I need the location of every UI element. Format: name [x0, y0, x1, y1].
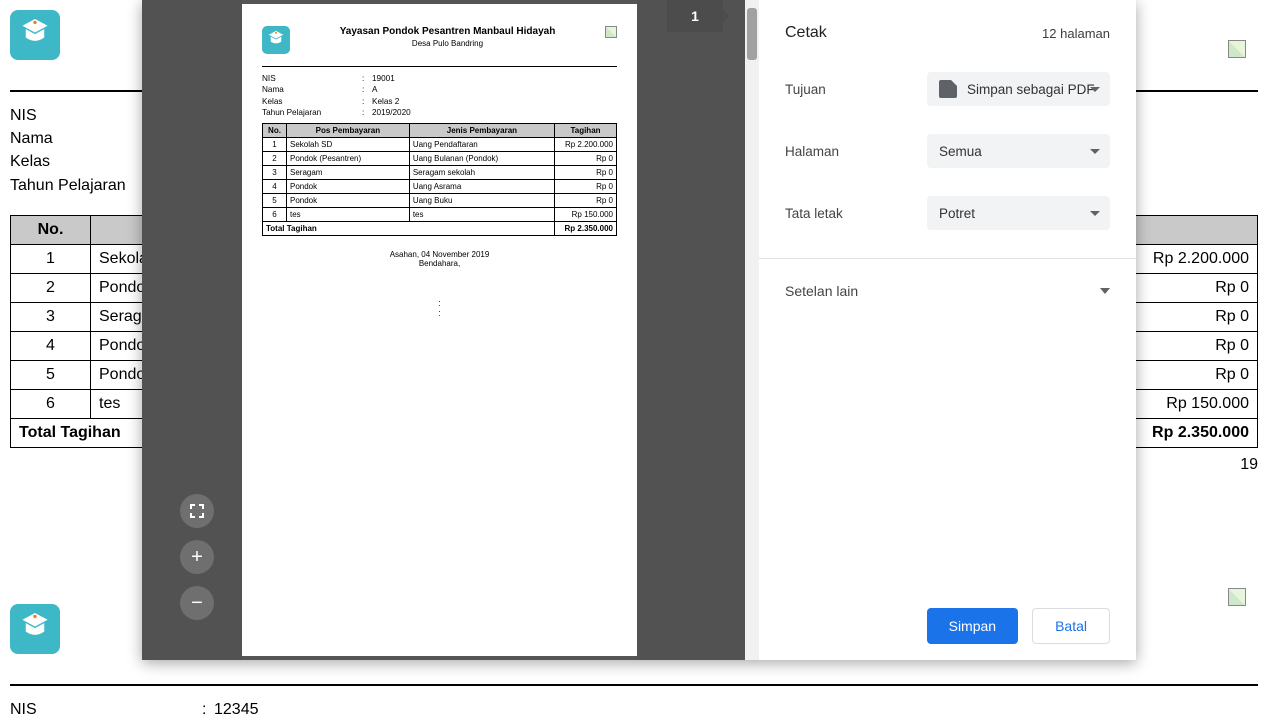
- label-tata: Tata letak: [785, 206, 927, 221]
- broken-image-icon: [1228, 40, 1246, 58]
- table-cell: Rp 150.000: [1128, 389, 1258, 418]
- meta-nis-value: 12345: [214, 698, 259, 721]
- pages-select[interactable]: Semua: [927, 134, 1110, 168]
- more-settings-toggle[interactable]: Setelan lain: [785, 283, 1110, 299]
- table-cell: 4: [11, 331, 91, 360]
- page-count: 12 halaman: [1042, 26, 1110, 41]
- table-cell: 2: [11, 273, 91, 302]
- table-cell: Rp 0: [1128, 302, 1258, 331]
- pages-value: Semua: [939, 144, 982, 159]
- table-cell: Rp 0: [1128, 331, 1258, 360]
- print-dialog: Yayasan Pondok Pesantren Manbaul Hidayah…: [142, 0, 1136, 660]
- more-label: Setelan lain: [785, 283, 858, 299]
- save-button[interactable]: Simpan: [927, 608, 1018, 644]
- print-preview: Yayasan Pondok Pesantren Manbaul Hidayah…: [142, 0, 759, 660]
- meta-nis-label: NIS: [10, 698, 202, 721]
- layout-value: Potret: [939, 206, 975, 221]
- broken-image-icon: [1228, 588, 1246, 606]
- table-cell: 1: [11, 244, 91, 273]
- total-amt: Rp 2.350.000: [1128, 418, 1258, 447]
- table-cell: 6: [11, 389, 91, 418]
- table-cell: 3: [11, 302, 91, 331]
- label-halaman: Halaman: [785, 144, 927, 159]
- school-logo-icon: [262, 26, 290, 54]
- zoom-in-button[interactable]: +: [180, 540, 214, 574]
- fullscreen-button[interactable]: [180, 494, 214, 528]
- col-tagihan: [1128, 215, 1258, 244]
- org-title: Yayasan Pondok Pesantren Manbaul Hidayah: [290, 26, 605, 37]
- chevron-down-icon: [1100, 288, 1110, 294]
- preview-table: No. Pos Pembayaran Jenis Pembayaran Tagi…: [262, 123, 617, 236]
- destination-value: Simpan sebagai PDF: [967, 82, 1095, 97]
- preview-page-1: Yayasan Pondok Pesantren Manbaul Hidayah…: [242, 4, 637, 656]
- page-number-badge: 1: [667, 0, 723, 32]
- org-subtitle: Desa Pulo Bandring: [290, 39, 605, 48]
- destination-select[interactable]: Simpan sebagai PDF: [927, 72, 1110, 106]
- table-cell: Rp 0: [1128, 273, 1258, 302]
- layout-select[interactable]: Potret: [927, 196, 1110, 230]
- school-logo-icon: [10, 10, 60, 60]
- footer-date: Asahan, 04 November 2019: [242, 250, 637, 259]
- footer-signer: Bendahara,: [242, 259, 637, 268]
- school-logo-icon: [10, 604, 60, 654]
- chevron-down-icon: [1090, 211, 1100, 216]
- zoom-out-button[interactable]: −: [180, 586, 214, 620]
- document-icon: [939, 80, 957, 98]
- table-cell: Rp 2.200.000: [1128, 244, 1258, 273]
- cancel-button[interactable]: Batal: [1032, 608, 1110, 644]
- chevron-down-icon: [1090, 149, 1100, 154]
- print-settings-panel: Cetak 12 halaman Tujuan Simpan sebagai P…: [759, 0, 1136, 660]
- broken-image-icon: [605, 26, 617, 38]
- label-tujuan: Tujuan: [785, 82, 927, 97]
- table-cell: 5: [11, 360, 91, 389]
- preview-scrollbar[interactable]: [745, 0, 759, 660]
- chevron-down-icon: [1090, 87, 1100, 92]
- table-cell: Rp 0: [1128, 360, 1258, 389]
- col-no: No.: [11, 215, 91, 244]
- panel-title: Cetak: [785, 24, 827, 42]
